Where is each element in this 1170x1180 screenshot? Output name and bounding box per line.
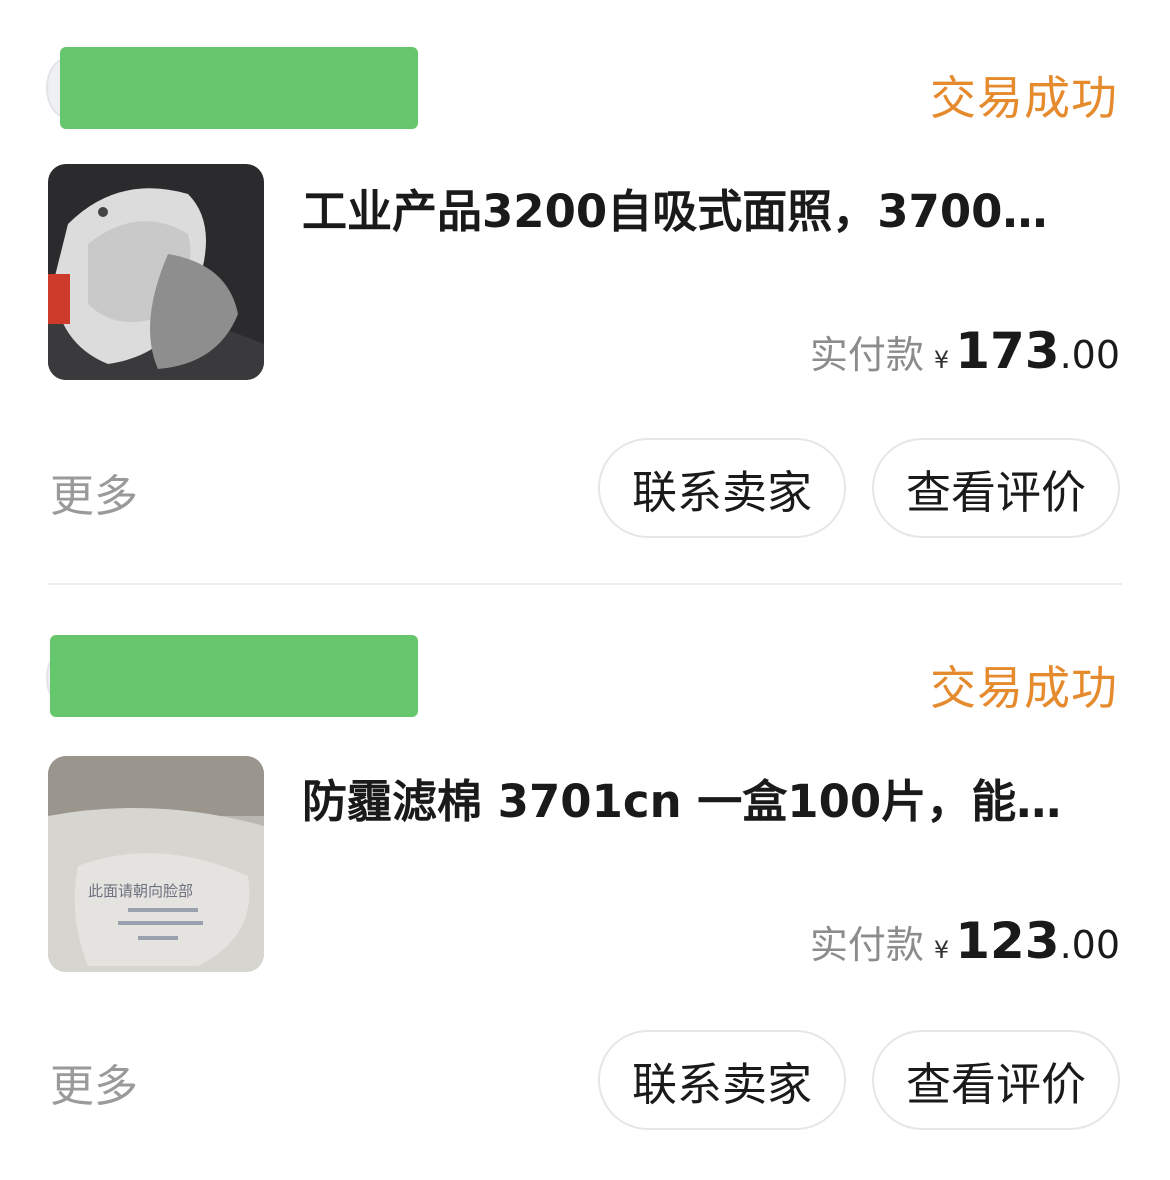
paid-label: 实付款	[809, 923, 924, 967]
view-review-button[interactable]: 查看评价	[872, 438, 1120, 538]
product-title[interactable]: 工业产品3200自吸式面照，3700…	[302, 175, 1122, 240]
contact-seller-button[interactable]: 联系卖家	[598, 438, 846, 538]
more-button[interactable]: 更多	[50, 1050, 138, 1114]
price-decimal: .00	[1059, 333, 1120, 377]
product-image: 此面请朝向脸部	[48, 756, 264, 972]
product-thumbnail[interactable]: 此面请朝向脸部	[48, 756, 264, 972]
product-title[interactable]: 防霾滤棉 3701cn 一盒100片，能…	[302, 765, 1122, 830]
divider	[48, 583, 1122, 585]
price-integer: 173	[955, 322, 1060, 380]
order-card[interactable]: 交易成功 此面请朝向脸部 防霾滤棉 3701cn 一盒100片，能… 实付款 ¥…	[0, 590, 1170, 1180]
product-image	[48, 164, 264, 380]
shop-name-redacted[interactable]	[60, 47, 418, 129]
product-thumbnail[interactable]	[48, 164, 264, 380]
currency-symbol: ¥	[933, 936, 950, 964]
more-button[interactable]: 更多	[50, 460, 138, 524]
thumb-label: 此面请朝向脸部	[88, 882, 193, 900]
paid-amount: 实付款 ¥ 123 .00	[810, 912, 1120, 970]
order-status: 交易成功	[930, 71, 1118, 125]
shop-name-redacted[interactable]	[50, 635, 418, 717]
contact-seller-button[interactable]: 联系卖家	[598, 1030, 846, 1130]
order-card[interactable]: 交易成功 工业产品3200自吸式面照，3700… 实付款 ¥ 173 .00 更…	[0, 0, 1170, 590]
paid-label: 实付款	[809, 333, 924, 377]
paid-amount: 实付款 ¥ 173 .00	[810, 322, 1120, 380]
price-decimal: .00	[1059, 923, 1120, 967]
price-integer: 123	[955, 912, 1060, 970]
currency-symbol: ¥	[933, 346, 950, 374]
view-review-button[interactable]: 查看评价	[872, 1030, 1120, 1130]
order-status: 交易成功	[930, 661, 1118, 715]
